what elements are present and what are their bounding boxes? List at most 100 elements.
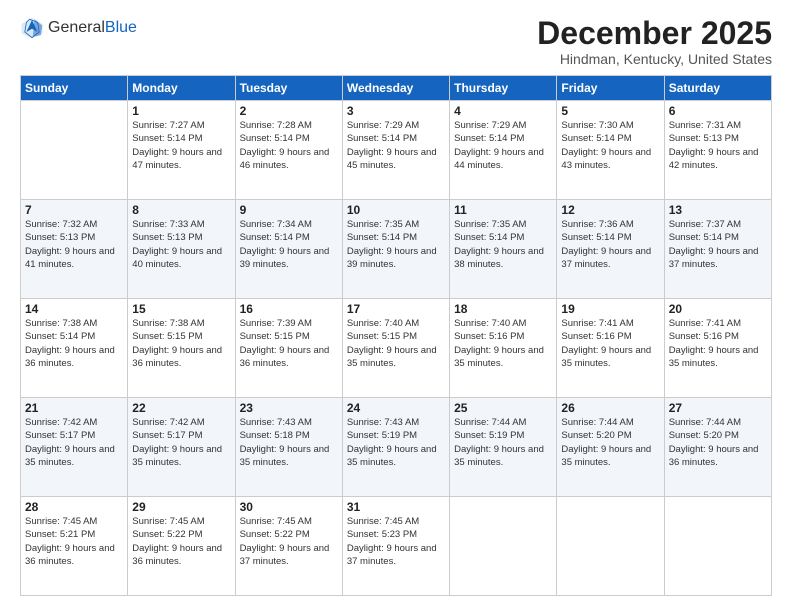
header-sunday: Sunday xyxy=(21,76,128,101)
day-number: 29 xyxy=(132,500,230,514)
calendar-cell: 17Sunrise: 7:40 AM Sunset: 5:15 PM Dayli… xyxy=(342,299,449,398)
calendar-cell: 10Sunrise: 7:35 AM Sunset: 5:14 PM Dayli… xyxy=(342,200,449,299)
day-number: 26 xyxy=(561,401,659,415)
calendar-cell xyxy=(557,497,664,596)
calendar-cell: 25Sunrise: 7:44 AM Sunset: 5:19 PM Dayli… xyxy=(450,398,557,497)
calendar-cell: 1Sunrise: 7:27 AM Sunset: 5:14 PM Daylig… xyxy=(128,101,235,200)
header-friday: Friday xyxy=(557,76,664,101)
day-info: Sunrise: 7:37 AM Sunset: 5:14 PM Dayligh… xyxy=(669,218,767,271)
calendar-cell: 3Sunrise: 7:29 AM Sunset: 5:14 PM Daylig… xyxy=(342,101,449,200)
day-number: 24 xyxy=(347,401,445,415)
day-number: 6 xyxy=(669,104,767,118)
day-number: 8 xyxy=(132,203,230,217)
day-info: Sunrise: 7:42 AM Sunset: 5:17 PM Dayligh… xyxy=(132,416,230,469)
calendar-cell: 19Sunrise: 7:41 AM Sunset: 5:16 PM Dayli… xyxy=(557,299,664,398)
calendar-cell: 18Sunrise: 7:40 AM Sunset: 5:16 PM Dayli… xyxy=(450,299,557,398)
calendar-cell: 4Sunrise: 7:29 AM Sunset: 5:14 PM Daylig… xyxy=(450,101,557,200)
day-number: 9 xyxy=(240,203,338,217)
calendar-cell: 14Sunrise: 7:38 AM Sunset: 5:14 PM Dayli… xyxy=(21,299,128,398)
day-info: Sunrise: 7:34 AM Sunset: 5:14 PM Dayligh… xyxy=(240,218,338,271)
day-info: Sunrise: 7:44 AM Sunset: 5:20 PM Dayligh… xyxy=(669,416,767,469)
day-info: Sunrise: 7:27 AM Sunset: 5:14 PM Dayligh… xyxy=(132,119,230,172)
location: Hindman, Kentucky, United States xyxy=(537,51,772,67)
day-info: Sunrise: 7:42 AM Sunset: 5:17 PM Dayligh… xyxy=(25,416,123,469)
header-thursday: Thursday xyxy=(450,76,557,101)
day-info: Sunrise: 7:38 AM Sunset: 5:15 PM Dayligh… xyxy=(132,317,230,370)
header-wednesday: Wednesday xyxy=(342,76,449,101)
day-number: 10 xyxy=(347,203,445,217)
day-info: Sunrise: 7:39 AM Sunset: 5:15 PM Dayligh… xyxy=(240,317,338,370)
calendar-cell: 31Sunrise: 7:45 AM Sunset: 5:23 PM Dayli… xyxy=(342,497,449,596)
day-number: 2 xyxy=(240,104,338,118)
day-number: 22 xyxy=(132,401,230,415)
calendar-cell: 23Sunrise: 7:43 AM Sunset: 5:18 PM Dayli… xyxy=(235,398,342,497)
calendar-cell: 29Sunrise: 7:45 AM Sunset: 5:22 PM Dayli… xyxy=(128,497,235,596)
day-number: 19 xyxy=(561,302,659,316)
calendar-cell: 8Sunrise: 7:33 AM Sunset: 5:13 PM Daylig… xyxy=(128,200,235,299)
month-title: December 2025 xyxy=(537,16,772,51)
day-info: Sunrise: 7:35 AM Sunset: 5:14 PM Dayligh… xyxy=(347,218,445,271)
title-area: December 2025 Hindman, Kentucky, United … xyxy=(537,16,772,67)
day-info: Sunrise: 7:40 AM Sunset: 5:15 PM Dayligh… xyxy=(347,317,445,370)
day-info: Sunrise: 7:38 AM Sunset: 5:14 PM Dayligh… xyxy=(25,317,123,370)
calendar-cell: 22Sunrise: 7:42 AM Sunset: 5:17 PM Dayli… xyxy=(128,398,235,497)
day-number: 5 xyxy=(561,104,659,118)
calendar-cell: 27Sunrise: 7:44 AM Sunset: 5:20 PM Dayli… xyxy=(664,398,771,497)
day-info: Sunrise: 7:32 AM Sunset: 5:13 PM Dayligh… xyxy=(25,218,123,271)
calendar-cell: 7Sunrise: 7:32 AM Sunset: 5:13 PM Daylig… xyxy=(21,200,128,299)
day-info: Sunrise: 7:31 AM Sunset: 5:13 PM Dayligh… xyxy=(669,119,767,172)
day-number: 20 xyxy=(669,302,767,316)
calendar-week-row: 7Sunrise: 7:32 AM Sunset: 5:13 PM Daylig… xyxy=(21,200,772,299)
day-number: 13 xyxy=(669,203,767,217)
calendar-cell: 15Sunrise: 7:38 AM Sunset: 5:15 PM Dayli… xyxy=(128,299,235,398)
day-number: 27 xyxy=(669,401,767,415)
day-number: 31 xyxy=(347,500,445,514)
day-info: Sunrise: 7:33 AM Sunset: 5:13 PM Dayligh… xyxy=(132,218,230,271)
day-info: Sunrise: 7:40 AM Sunset: 5:16 PM Dayligh… xyxy=(454,317,552,370)
day-info: Sunrise: 7:44 AM Sunset: 5:20 PM Dayligh… xyxy=(561,416,659,469)
day-info: Sunrise: 7:30 AM Sunset: 5:14 PM Dayligh… xyxy=(561,119,659,172)
day-info: Sunrise: 7:36 AM Sunset: 5:14 PM Dayligh… xyxy=(561,218,659,271)
page: GeneralBlue December 2025 Hindman, Kentu… xyxy=(0,0,792,612)
calendar-cell: 16Sunrise: 7:39 AM Sunset: 5:15 PM Dayli… xyxy=(235,299,342,398)
day-info: Sunrise: 7:44 AM Sunset: 5:19 PM Dayligh… xyxy=(454,416,552,469)
logo-text: GeneralBlue xyxy=(48,19,137,37)
day-info: Sunrise: 7:28 AM Sunset: 5:14 PM Dayligh… xyxy=(240,119,338,172)
calendar-cell: 30Sunrise: 7:45 AM Sunset: 5:22 PM Dayli… xyxy=(235,497,342,596)
calendar-cell: 20Sunrise: 7:41 AM Sunset: 5:16 PM Dayli… xyxy=(664,299,771,398)
day-number: 30 xyxy=(240,500,338,514)
day-number: 28 xyxy=(25,500,123,514)
calendar-week-row: 28Sunrise: 7:45 AM Sunset: 5:21 PM Dayli… xyxy=(21,497,772,596)
day-number: 23 xyxy=(240,401,338,415)
calendar-cell xyxy=(664,497,771,596)
day-info: Sunrise: 7:29 AM Sunset: 5:14 PM Dayligh… xyxy=(454,119,552,172)
header-monday: Monday xyxy=(128,76,235,101)
calendar-week-row: 1Sunrise: 7:27 AM Sunset: 5:14 PM Daylig… xyxy=(21,101,772,200)
calendar-cell: 13Sunrise: 7:37 AM Sunset: 5:14 PM Dayli… xyxy=(664,200,771,299)
day-number: 14 xyxy=(25,302,123,316)
day-number: 3 xyxy=(347,104,445,118)
day-number: 12 xyxy=(561,203,659,217)
calendar-cell: 5Sunrise: 7:30 AM Sunset: 5:14 PM Daylig… xyxy=(557,101,664,200)
calendar-cell: 2Sunrise: 7:28 AM Sunset: 5:14 PM Daylig… xyxy=(235,101,342,200)
day-number: 1 xyxy=(132,104,230,118)
calendar-week-row: 14Sunrise: 7:38 AM Sunset: 5:14 PM Dayli… xyxy=(21,299,772,398)
calendar-cell xyxy=(450,497,557,596)
day-info: Sunrise: 7:45 AM Sunset: 5:23 PM Dayligh… xyxy=(347,515,445,568)
calendar-cell: 11Sunrise: 7:35 AM Sunset: 5:14 PM Dayli… xyxy=(450,200,557,299)
day-number: 4 xyxy=(454,104,552,118)
day-number: 17 xyxy=(347,302,445,316)
day-number: 21 xyxy=(25,401,123,415)
day-info: Sunrise: 7:43 AM Sunset: 5:18 PM Dayligh… xyxy=(240,416,338,469)
day-number: 11 xyxy=(454,203,552,217)
calendar-cell: 24Sunrise: 7:43 AM Sunset: 5:19 PM Dayli… xyxy=(342,398,449,497)
day-info: Sunrise: 7:45 AM Sunset: 5:22 PM Dayligh… xyxy=(132,515,230,568)
day-info: Sunrise: 7:35 AM Sunset: 5:14 PM Dayligh… xyxy=(454,218,552,271)
logo-general: GeneralBlue xyxy=(48,19,137,37)
header-tuesday: Tuesday xyxy=(235,76,342,101)
day-number: 18 xyxy=(454,302,552,316)
calendar-cell: 9Sunrise: 7:34 AM Sunset: 5:14 PM Daylig… xyxy=(235,200,342,299)
header: GeneralBlue December 2025 Hindman, Kentu… xyxy=(20,16,772,67)
day-info: Sunrise: 7:29 AM Sunset: 5:14 PM Dayligh… xyxy=(347,119,445,172)
day-number: 15 xyxy=(132,302,230,316)
